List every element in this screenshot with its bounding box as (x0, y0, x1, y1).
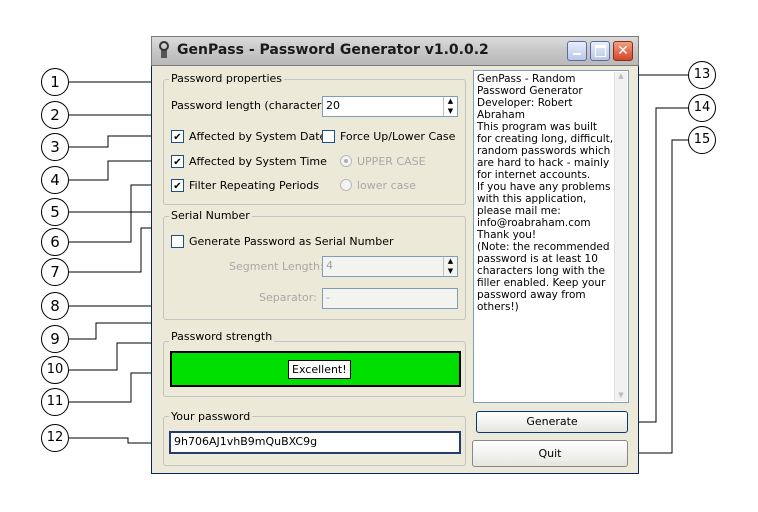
upper-case-radio[interactable] (340, 155, 352, 167)
password-output-field[interactable]: 9h706AJ1vhB9mQuBXC9g (169, 431, 461, 454)
info-line: If you have any problems with this appli… (477, 181, 614, 217)
force-case-checkbox[interactable] (322, 130, 335, 143)
separator-field[interactable]: - (322, 288, 458, 309)
info-line: Developer: Robert Abraham (477, 97, 576, 121)
callout-6: 6 (41, 228, 69, 256)
quit-button[interactable]: Quit (472, 440, 628, 467)
affected-by-date-checkbox[interactable] (171, 130, 184, 143)
callout-8: 8 (41, 292, 69, 320)
callout-14: 14 (688, 94, 716, 122)
scroll-down-icon[interactable]: ▼ (615, 391, 627, 399)
serial-number-checkbox-label: Generate Password as Serial Number (189, 235, 394, 248)
your-password-label: Your password (169, 410, 253, 423)
serial-number-label: Serial Number (169, 209, 252, 222)
password-properties-label: Password properties (169, 72, 285, 85)
info-line: This program was built for creating long… (477, 121, 614, 181)
lower-case-radio[interactable] (340, 179, 352, 191)
info-line: Thank you! (477, 229, 537, 241)
callout-10: 10 (41, 356, 69, 384)
app-icon (159, 41, 169, 58)
close-icon[interactable]: ✕ (613, 41, 633, 61)
separator-value: - (326, 291, 330, 304)
filter-repeating-label: Filter Repeating Periods (189, 179, 319, 192)
password-length-label: Password length (characters): (171, 99, 336, 112)
password-length-spinner[interactable]: 20 (322, 96, 458, 117)
callout-7: 7 (41, 258, 69, 286)
spin-down-icon[interactable]: ▼ (444, 267, 457, 277)
callout-1: 1 (41, 68, 69, 96)
callout-2: 2 (41, 101, 69, 129)
maximize-icon[interactable] (590, 41, 610, 61)
password-strength-label: Password strength (169, 330, 275, 343)
generate-button[interactable]: Generate (476, 411, 628, 433)
serial-number-checkbox[interactable] (171, 235, 184, 248)
segment-length-label: Segment Length: (229, 260, 324, 273)
filter-repeating-checkbox[interactable] (171, 179, 184, 192)
info-line: (Note: the recommended password is at le… (477, 241, 613, 313)
callout-15: 15 (688, 126, 716, 154)
upper-case-label: UPPER CASE (357, 155, 426, 168)
spin-up-icon[interactable]: ▲ (444, 97, 457, 107)
spin-up-icon[interactable]: ▲ (444, 257, 457, 267)
callout-13: 13 (688, 61, 716, 89)
affected-by-date-label: Affected by System Date (189, 130, 327, 143)
affected-by-time-checkbox[interactable] (171, 155, 184, 168)
segment-length-spin-buttons[interactable]: ▲ ▼ (443, 257, 457, 276)
callout-4: 4 (41, 166, 69, 194)
password-length-value: 20 (326, 99, 340, 112)
window-title: GenPass - Password Generator v1.0.0.2 (177, 42, 489, 58)
info-line: GenPass - Random Password Generator (477, 73, 583, 97)
password-length-spin-buttons[interactable]: ▲ ▼ (443, 97, 457, 116)
callout-9: 9 (41, 325, 69, 353)
segment-length-value: 4 (326, 259, 333, 272)
force-case-label: Force Up/Lower Case (340, 130, 456, 143)
password-output-value: 9h706AJ1vhB9mQuBXC9g (174, 435, 318, 448)
segment-length-spinner[interactable]: 4 (322, 256, 458, 277)
callout-5: 5 (41, 198, 69, 226)
scroll-up-icon[interactable]: ▲ (615, 72, 627, 80)
info-scrollbar[interactable]: ▲ ▼ (614, 72, 627, 401)
callout-11: 11 (41, 388, 69, 416)
lower-case-label: lower case (357, 179, 416, 192)
minimize-icon[interactable] (567, 41, 587, 61)
info-text-panel[interactable]: GenPass - Random Password Generator Deve… (473, 70, 629, 403)
affected-by-time-label: Affected by System Time (189, 155, 327, 168)
strength-value: Excellent! (288, 360, 351, 379)
callout-3: 3 (41, 133, 69, 161)
separator-label: Separator: (259, 291, 317, 304)
callout-12: 12 (41, 424, 69, 452)
spin-down-icon[interactable]: ▼ (444, 107, 457, 117)
info-line: info@roabraham.com (477, 217, 591, 229)
